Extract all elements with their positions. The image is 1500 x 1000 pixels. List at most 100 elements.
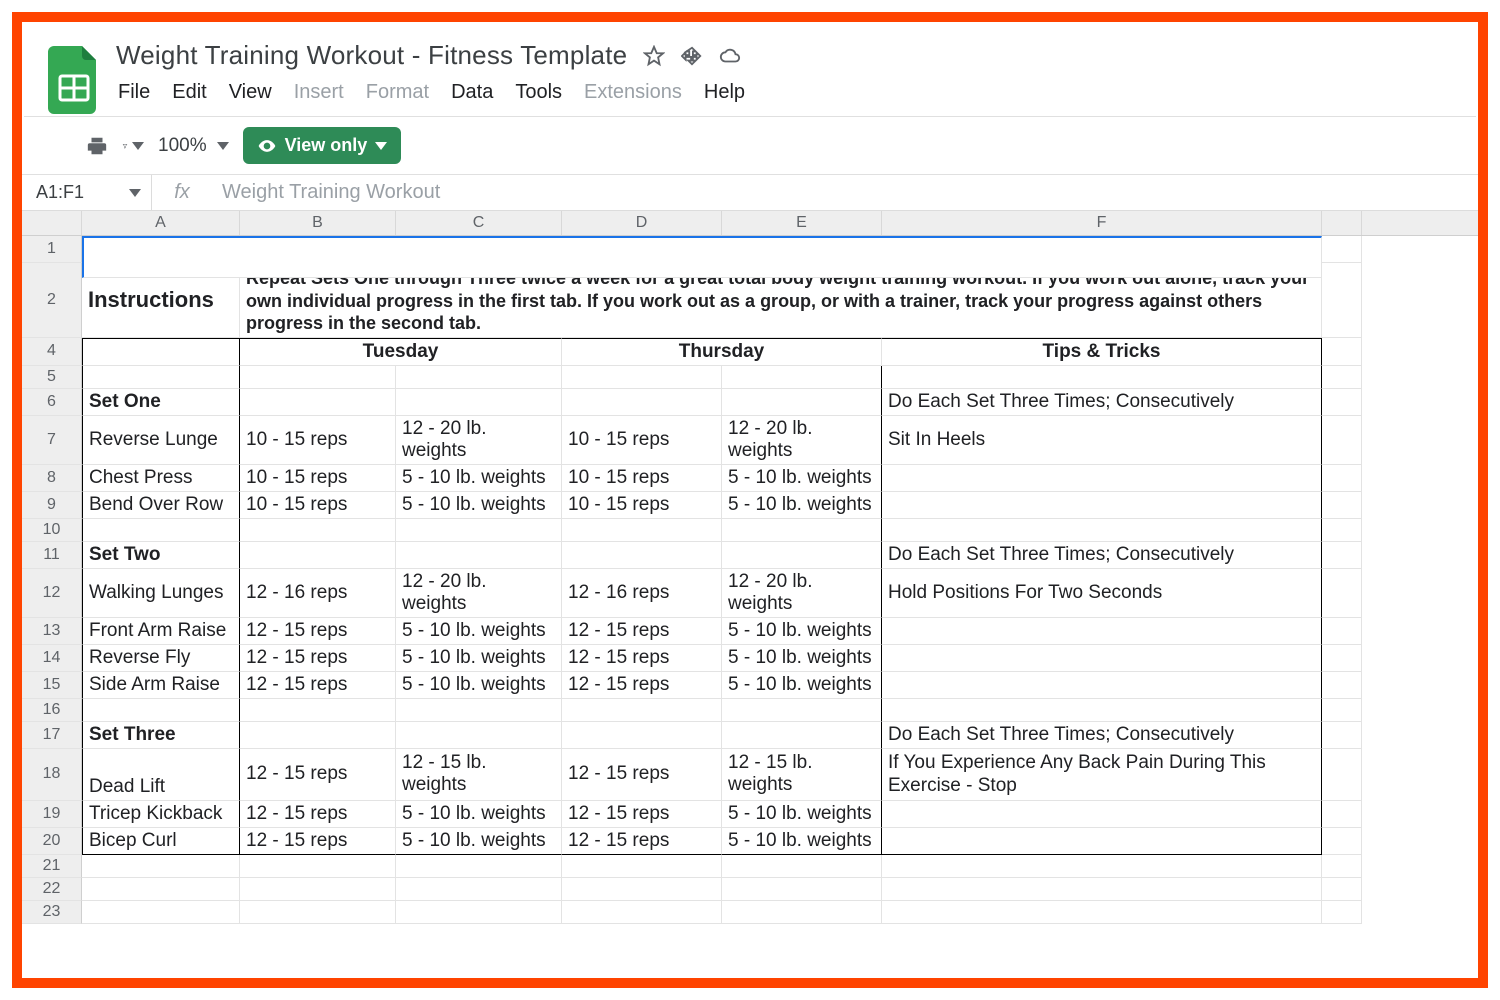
cell-A4[interactable]: [82, 338, 240, 366]
cell-F10[interactable]: [882, 519, 1322, 542]
cell-F22[interactable]: [882, 878, 1322, 901]
cell-A7[interactable]: Reverse Lunge: [82, 416, 240, 465]
cell-A20[interactable]: Bicep Curl: [82, 828, 240, 855]
cell-A8[interactable]: Chest Press: [82, 465, 240, 492]
cell-D14[interactable]: 12 - 15 reps: [562, 645, 722, 672]
row-header[interactable]: 4: [22, 338, 82, 366]
row-header[interactable]: 22: [22, 878, 82, 901]
row-header[interactable]: 2: [22, 263, 82, 338]
cell-D21[interactable]: [562, 855, 722, 878]
cell-A10[interactable]: [82, 519, 240, 542]
cell-B5[interactable]: [240, 366, 396, 389]
cloud-icon[interactable]: [719, 45, 741, 67]
cell-C22[interactable]: [396, 878, 562, 901]
cell-C7[interactable]: 12 - 20 lb. weights: [396, 416, 562, 465]
cell-D4[interactable]: Thursday: [562, 338, 882, 366]
row-header[interactable]: 19: [22, 801, 82, 828]
row-header[interactable]: 13: [22, 618, 82, 645]
row-header[interactable]: 1: [22, 236, 82, 263]
cell-D19[interactable]: 12 - 15 reps: [562, 801, 722, 828]
cell-B20[interactable]: 12 - 15 reps: [240, 828, 396, 855]
row-header[interactable]: 12: [22, 569, 82, 618]
cell-E6[interactable]: [722, 389, 882, 416]
row-header[interactable]: 11: [22, 542, 82, 569]
col-header-A[interactable]: A: [82, 211, 240, 235]
cell-D23[interactable]: [562, 901, 722, 924]
cell-D15[interactable]: 12 - 15 reps: [562, 672, 722, 699]
cell-F14[interactable]: [882, 645, 1322, 672]
cell-B19[interactable]: 12 - 15 reps: [240, 801, 396, 828]
row-header[interactable]: 7: [22, 416, 82, 465]
cell-B7[interactable]: 10 - 15 reps: [240, 416, 396, 465]
cell-A5[interactable]: [82, 366, 240, 389]
move-icon[interactable]: [681, 45, 703, 67]
cell-F23[interactable]: [882, 901, 1322, 924]
cell-D13[interactable]: 12 - 15 reps: [562, 618, 722, 645]
row-header[interactable]: 23: [22, 901, 82, 924]
cell-B17[interactable]: [240, 722, 396, 749]
cell-E22[interactable]: [722, 878, 882, 901]
cell-E14[interactable]: 5 - 10 lb. weights: [722, 645, 882, 672]
col-header-D[interactable]: D: [562, 211, 722, 235]
cell-B9[interactable]: 10 - 15 reps: [240, 492, 396, 519]
cell-F7[interactable]: Sit In Heels: [882, 416, 1322, 465]
cell-A23[interactable]: [82, 901, 240, 924]
cell-B16[interactable]: [240, 699, 396, 722]
cell-D20[interactable]: 12 - 15 reps: [562, 828, 722, 855]
cell-E9[interactable]: 5 - 10 lb. weights: [722, 492, 882, 519]
cell-F5[interactable]: [882, 366, 1322, 389]
row-header[interactable]: 5: [22, 366, 82, 389]
cell-B22[interactable]: [240, 878, 396, 901]
col-header-E[interactable]: E: [722, 211, 882, 235]
row-header[interactable]: 14: [22, 645, 82, 672]
cell-E23[interactable]: [722, 901, 882, 924]
cell-C20[interactable]: 5 - 10 lb. weights: [396, 828, 562, 855]
cell-E11[interactable]: [722, 542, 882, 569]
cell-D10[interactable]: [562, 519, 722, 542]
row-header[interactable]: 21: [22, 855, 82, 878]
menu-file[interactable]: File: [118, 81, 150, 104]
menu-data[interactable]: Data: [451, 81, 493, 104]
cell-F4[interactable]: Tips & Tricks: [882, 338, 1322, 366]
cell-C5[interactable]: [396, 366, 562, 389]
cell-E19[interactable]: 5 - 10 lb. weights: [722, 801, 882, 828]
star-icon[interactable]: [643, 45, 665, 67]
cell-A15[interactable]: Side Arm Raise: [82, 672, 240, 699]
cell-A6[interactable]: Set One: [82, 389, 240, 416]
cell-B8[interactable]: 10 - 15 reps: [240, 465, 396, 492]
cell-C23[interactable]: [396, 901, 562, 924]
cell-A9[interactable]: Bend Over Row: [82, 492, 240, 519]
cell-F12[interactable]: Hold Positions For Two Seconds: [882, 569, 1322, 618]
cell-E15[interactable]: 5 - 10 lb. weights: [722, 672, 882, 699]
cell-C15[interactable]: 5 - 10 lb. weights: [396, 672, 562, 699]
cell-E12[interactable]: 12 - 20 lb. weights: [722, 569, 882, 618]
cell-B21[interactable]: [240, 855, 396, 878]
cell-E7[interactable]: 12 - 20 lb. weights: [722, 416, 882, 465]
cell-E13[interactable]: 5 - 10 lb. weights: [722, 618, 882, 645]
col-header-F[interactable]: F: [882, 211, 1322, 235]
cell-D8[interactable]: 10 - 15 reps: [562, 465, 722, 492]
cell-E10[interactable]: [722, 519, 882, 542]
select-all-corner[interactable]: [22, 211, 82, 235]
cell-F21[interactable]: [882, 855, 1322, 878]
cell-E21[interactable]: [722, 855, 882, 878]
row-header[interactable]: 16: [22, 699, 82, 722]
col-header-C[interactable]: C: [396, 211, 562, 235]
cell-C9[interactable]: 5 - 10 lb. weights: [396, 492, 562, 519]
cell-A1[interactable]: Weight Training Workout: [82, 236, 1322, 263]
cell-B18[interactable]: 12 - 15 reps: [240, 749, 396, 802]
cell-B4[interactable]: Tuesday: [240, 338, 562, 366]
cell-C19[interactable]: 5 - 10 lb. weights: [396, 801, 562, 828]
row-header[interactable]: 15: [22, 672, 82, 699]
cell-C6[interactable]: [396, 389, 562, 416]
cell-A14[interactable]: Reverse Fly: [82, 645, 240, 672]
row-header[interactable]: 10: [22, 519, 82, 542]
cell-A18[interactable]: Dead Lift: [82, 749, 240, 802]
cell-C8[interactable]: 5 - 10 lb. weights: [396, 465, 562, 492]
cell-A2[interactable]: Instructions: [82, 263, 240, 338]
cell-F19[interactable]: [882, 801, 1322, 828]
cell-A21[interactable]: [82, 855, 240, 878]
cell-D9[interactable]: 10 - 15 reps: [562, 492, 722, 519]
cell-C21[interactable]: [396, 855, 562, 878]
print-icon[interactable]: [86, 135, 108, 157]
